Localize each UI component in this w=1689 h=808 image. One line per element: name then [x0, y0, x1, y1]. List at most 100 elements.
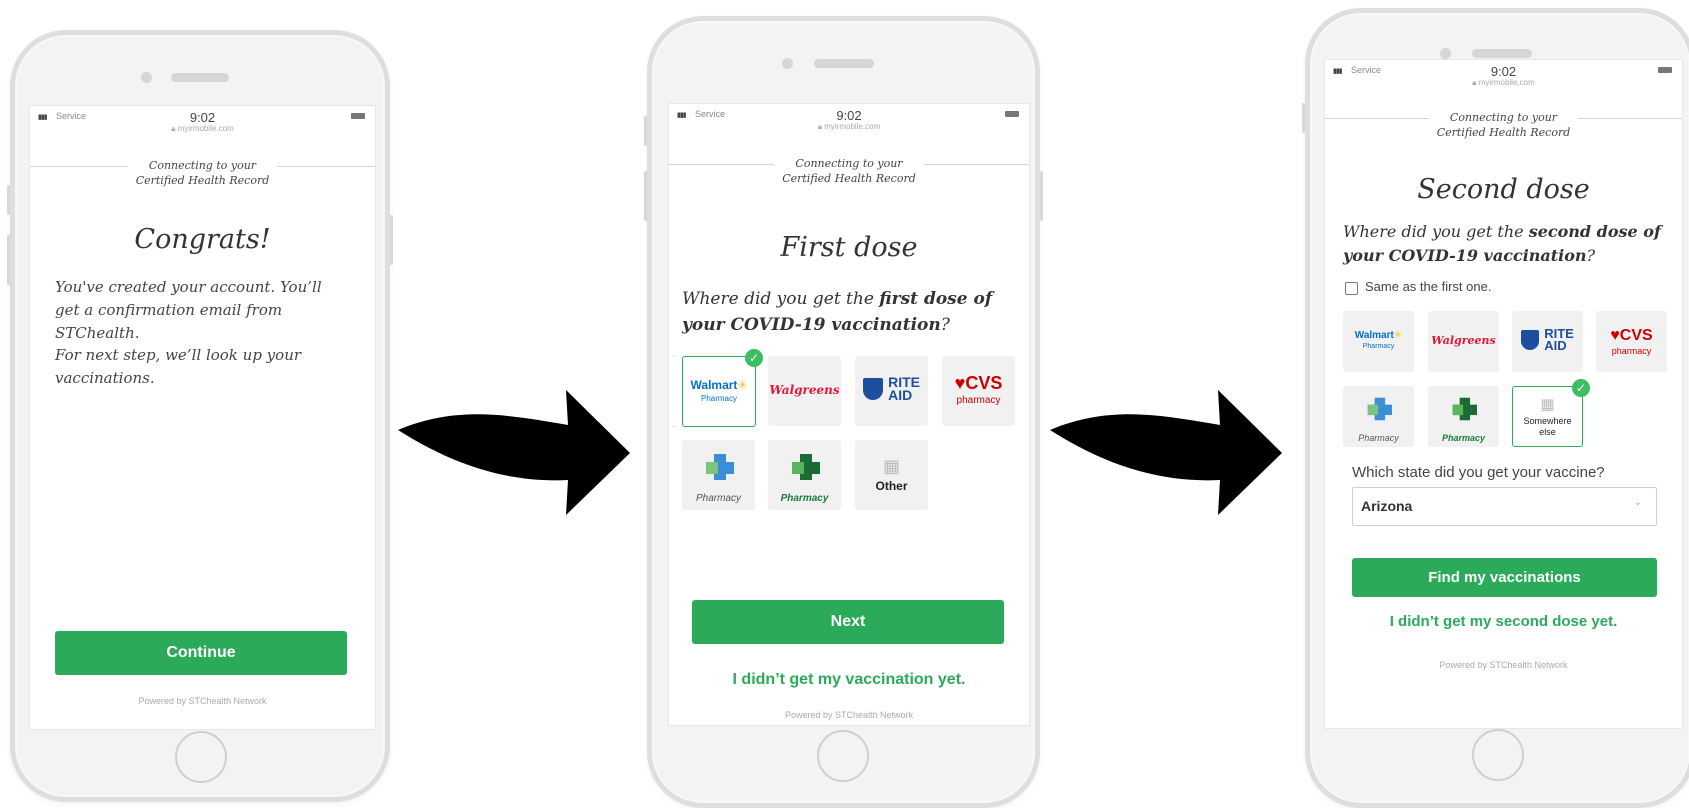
walmart-sub: Pharmacy [700, 394, 737, 403]
front-camera [1440, 48, 1451, 59]
next-button[interactable]: Next [692, 600, 1004, 644]
find-vaccinations-button[interactable]: Find my vaccinations [1352, 558, 1657, 597]
state-select[interactable]: Arizona ⌄ [1352, 487, 1657, 526]
tile-pharmacy-blue[interactable]: Pharmacy [682, 440, 755, 510]
page-title: First dose [780, 232, 918, 263]
status-bar: ▮▮▮ Service 9:02 [30, 110, 375, 125]
tile-pharmacy-green[interactable]: Pharmacy [1428, 386, 1499, 447]
clock: 9:02 [1490, 64, 1517, 79]
home-button[interactable] [1472, 729, 1524, 781]
earpiece-speaker [1472, 49, 1532, 58]
next-step-text: For next step, we’ll look up your vaccin… [55, 346, 302, 387]
battery-icon [1658, 67, 1672, 73]
battery-icon [351, 113, 365, 119]
first-dose-question: Where did you get the first dose of your… [682, 286, 1017, 338]
tile-pharmacy-green[interactable]: Pharmacy [768, 440, 841, 510]
front-camera [782, 58, 793, 69]
no-vaccination-link[interactable]: I didn’t get my vaccination yet. [669, 671, 1029, 689]
page-title: Congrats! [134, 224, 271, 255]
arrow-right-icon [398, 390, 630, 515]
tile-walmart[interactable]: Walmart✳ Pharmacy ✓ [682, 349, 763, 427]
heart-icon: ♥ [1610, 327, 1620, 344]
pharmacy-label: Pharmacy [695, 493, 741, 504]
second-dose-question: Where did you get the second dose of you… [1343, 220, 1673, 268]
tile-cvs[interactable]: ♥CVS pharmacy [1596, 311, 1667, 372]
pharmacy-cross-blue-icon [1367, 397, 1392, 421]
state-question-label: Which state did you get your vaccine? [1352, 464, 1605, 481]
tile-rite-aid[interactable]: RITE AID [1512, 311, 1583, 372]
header-line-1: Connecting to your [795, 157, 903, 170]
no-second-dose-link[interactable]: I didn’t get my second dose yet. [1325, 613, 1682, 630]
question-prefix: Where did you get the [1343, 222, 1529, 241]
pharmacy-label: Pharmacy [1441, 433, 1486, 443]
page-title: Second dose [1417, 174, 1590, 205]
building-icon: ▦ [882, 456, 900, 477]
walmart-logo: Walmart [1354, 330, 1394, 341]
checkmark-icon: ✓ [1572, 379, 1590, 397]
heart-icon: ♥ [954, 373, 966, 393]
tile-somewhere-else[interactable]: ▦ Somewhere else ✓ [1512, 379, 1590, 447]
side-button [1040, 171, 1043, 221]
question-prefix: Where did you get the [682, 289, 880, 309]
walmart-sub: Pharmacy [1362, 343, 1395, 350]
powered-by-footer: Powered by STChealth Network [784, 710, 914, 720]
state-select-value: Arizona [1361, 498, 1413, 514]
spark-icon: ✳ [1393, 330, 1403, 341]
phone-frame-1: ▮▮▮ Service 9:02 🔒︎ myirmobile.com Conne… [7, 30, 393, 802]
tile-walgreens[interactable]: Walgreens [1428, 311, 1499, 372]
screen-congrats: ▮▮▮ Service 9:02 🔒︎ myirmobile.com Conne… [29, 105, 376, 730]
aid-text: AID [1544, 338, 1567, 353]
url-text: myirmobile.com [177, 124, 234, 133]
tile-walgreens[interactable]: Walgreens [768, 356, 841, 426]
cvs-sub: pharmacy [1611, 346, 1652, 356]
battery-icon [1005, 111, 1019, 117]
pharmacy-cross-blue-icon [705, 454, 734, 480]
same-as-first-label[interactable]: Same as the first one. [1365, 279, 1491, 294]
home-button[interactable] [817, 730, 869, 782]
tile-pharmacy-blue[interactable]: Pharmacy [1343, 386, 1414, 447]
phone-frame-3: ▮▮▮ Service 9:02 🔒︎ myirmobile.com Conne… [1302, 8, 1689, 808]
rite-aid-shield-icon [863, 378, 883, 400]
same-as-first-checkbox[interactable] [1345, 282, 1358, 295]
url-text: myirmobile.com [1478, 78, 1535, 87]
header-line-1: Connecting to your [148, 159, 257, 172]
header-line-2: Certified Health Record [782, 172, 916, 185]
pharmacy-cross-green-icon [1452, 397, 1477, 421]
cvs-text: CVS [1619, 327, 1653, 344]
header-line-1: Connecting to your [1449, 111, 1558, 124]
url-text: myirmobile.com [824, 122, 881, 131]
clock: 9:02 [836, 108, 862, 123]
connecting-header: Connecting to your Certified Health Recor… [669, 156, 1029, 186]
status-bar: ▮▮▮ Service 9:02 [669, 108, 1029, 123]
tile-walmart[interactable]: Walmart✳ Pharmacy [1343, 311, 1414, 372]
header-line-2: Certified Health Record [1436, 126, 1571, 139]
walgreens-logo: Walgreens [769, 383, 840, 397]
home-button[interactable] [175, 731, 227, 783]
tile-rite-aid[interactable]: RITE AID [855, 356, 928, 426]
clock: 9:02 [189, 110, 216, 125]
continue-button[interactable]: Continue [55, 631, 347, 675]
side-button [7, 185, 10, 215]
powered-by-footer: Powered by STChealth Network [1439, 660, 1568, 670]
spark-icon: ✳ [737, 378, 748, 392]
address-bar[interactable]: 🔒︎ myirmobile.com [30, 124, 375, 134]
side-button [1302, 103, 1305, 133]
aid-text: AID [888, 387, 913, 403]
chevron-down-icon: ⌄ [1633, 497, 1642, 508]
account-created-text: You've created your account. You’ll get … [55, 278, 322, 342]
somewhere-else-label: Somewhere else [1523, 416, 1572, 437]
cvs-logo: ♥CVS [1610, 327, 1652, 344]
front-camera [141, 72, 152, 83]
header-line-2: Certified Health Record [135, 174, 270, 187]
pharmacy-label: Pharmacy [780, 493, 829, 504]
address-bar[interactable]: 🔒︎ myirmobile.com [1325, 78, 1682, 88]
address-bar[interactable]: 🔒︎ myirmobile.com [669, 122, 1029, 132]
walmart-logo: Walmart [690, 378, 738, 392]
tile-cvs[interactable]: ♥CVS pharmacy [942, 356, 1015, 426]
tile-other[interactable]: ▦ Other [855, 440, 928, 510]
cvs-text: CVS [965, 373, 1003, 393]
checkmark-icon: ✓ [745, 349, 763, 367]
earpiece-speaker [171, 73, 229, 82]
cvs-sub: pharmacy [956, 395, 1001, 406]
connecting-header: Connecting to your Certified Health Recor… [30, 158, 375, 188]
